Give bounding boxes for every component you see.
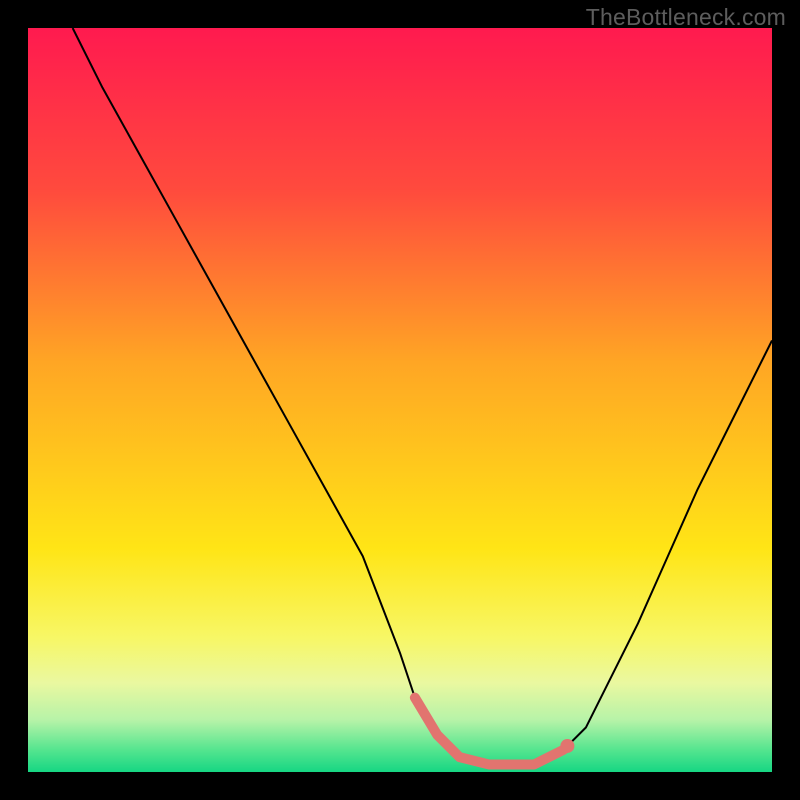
plot-area [28, 28, 772, 772]
watermark-label: TheBottleneck.com [586, 4, 786, 31]
gradient-background [28, 28, 772, 772]
chart-frame: TheBottleneck.com [0, 0, 800, 800]
optimal-endpoint-marker [560, 739, 574, 753]
chart-svg [28, 28, 772, 772]
